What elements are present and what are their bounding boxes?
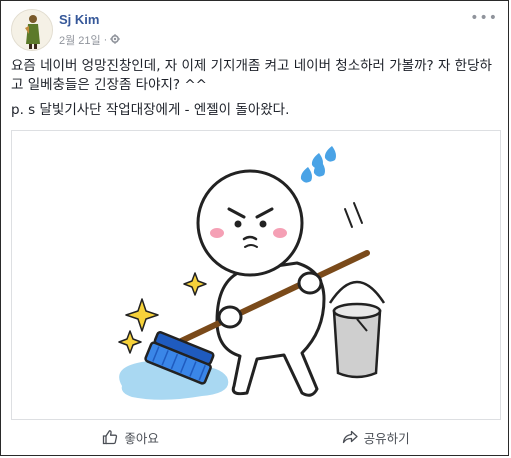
post-text-ps: p. s 달빛기사단 작업대장에게 - 엔젤이 돌아왔다. <box>11 102 290 118</box>
gear-icon[interactable] <box>110 33 121 47</box>
like-label: 좋아요 <box>124 430 159 446</box>
post-text-main: 요즘 네이버 엉망진창인데, 자 이제 기지개좀 켜고 네이버 청소하러 가볼까… <box>11 58 492 93</box>
post-date[interactable]: 2월 21일 <box>59 32 101 48</box>
post-card: Sj Kim 2월 21일 · ••• 요즘 네이버 엉망진창인데, 자 이제 … <box>0 0 509 456</box>
share-button[interactable]: 공유하기 <box>342 428 410 447</box>
post-meta: 2월 21일 · <box>59 32 121 48</box>
like-button[interactable]: 좋아요 <box>102 428 159 447</box>
post-body: 요즘 네이버 엉망진창인데, 자 이제 기지개좀 켜고 네이버 청소하러 가볼까… <box>11 57 501 120</box>
post-actions: 좋아요 공유하기 <box>11 421 501 453</box>
avatar[interactable] <box>11 9 53 51</box>
share-label: 공유하기 <box>363 430 410 446</box>
share-arrow-icon <box>342 429 358 445</box>
author-name[interactable]: Sj Kim <box>59 12 99 27</box>
more-options-icon[interactable]: ••• <box>470 11 498 25</box>
meta-separator: · <box>103 34 108 46</box>
thumbs-up-icon <box>102 429 118 445</box>
cleaning-character-sticker <box>118 146 386 400</box>
avatar-image <box>12 10 52 50</box>
post-image[interactable] <box>11 130 501 420</box>
